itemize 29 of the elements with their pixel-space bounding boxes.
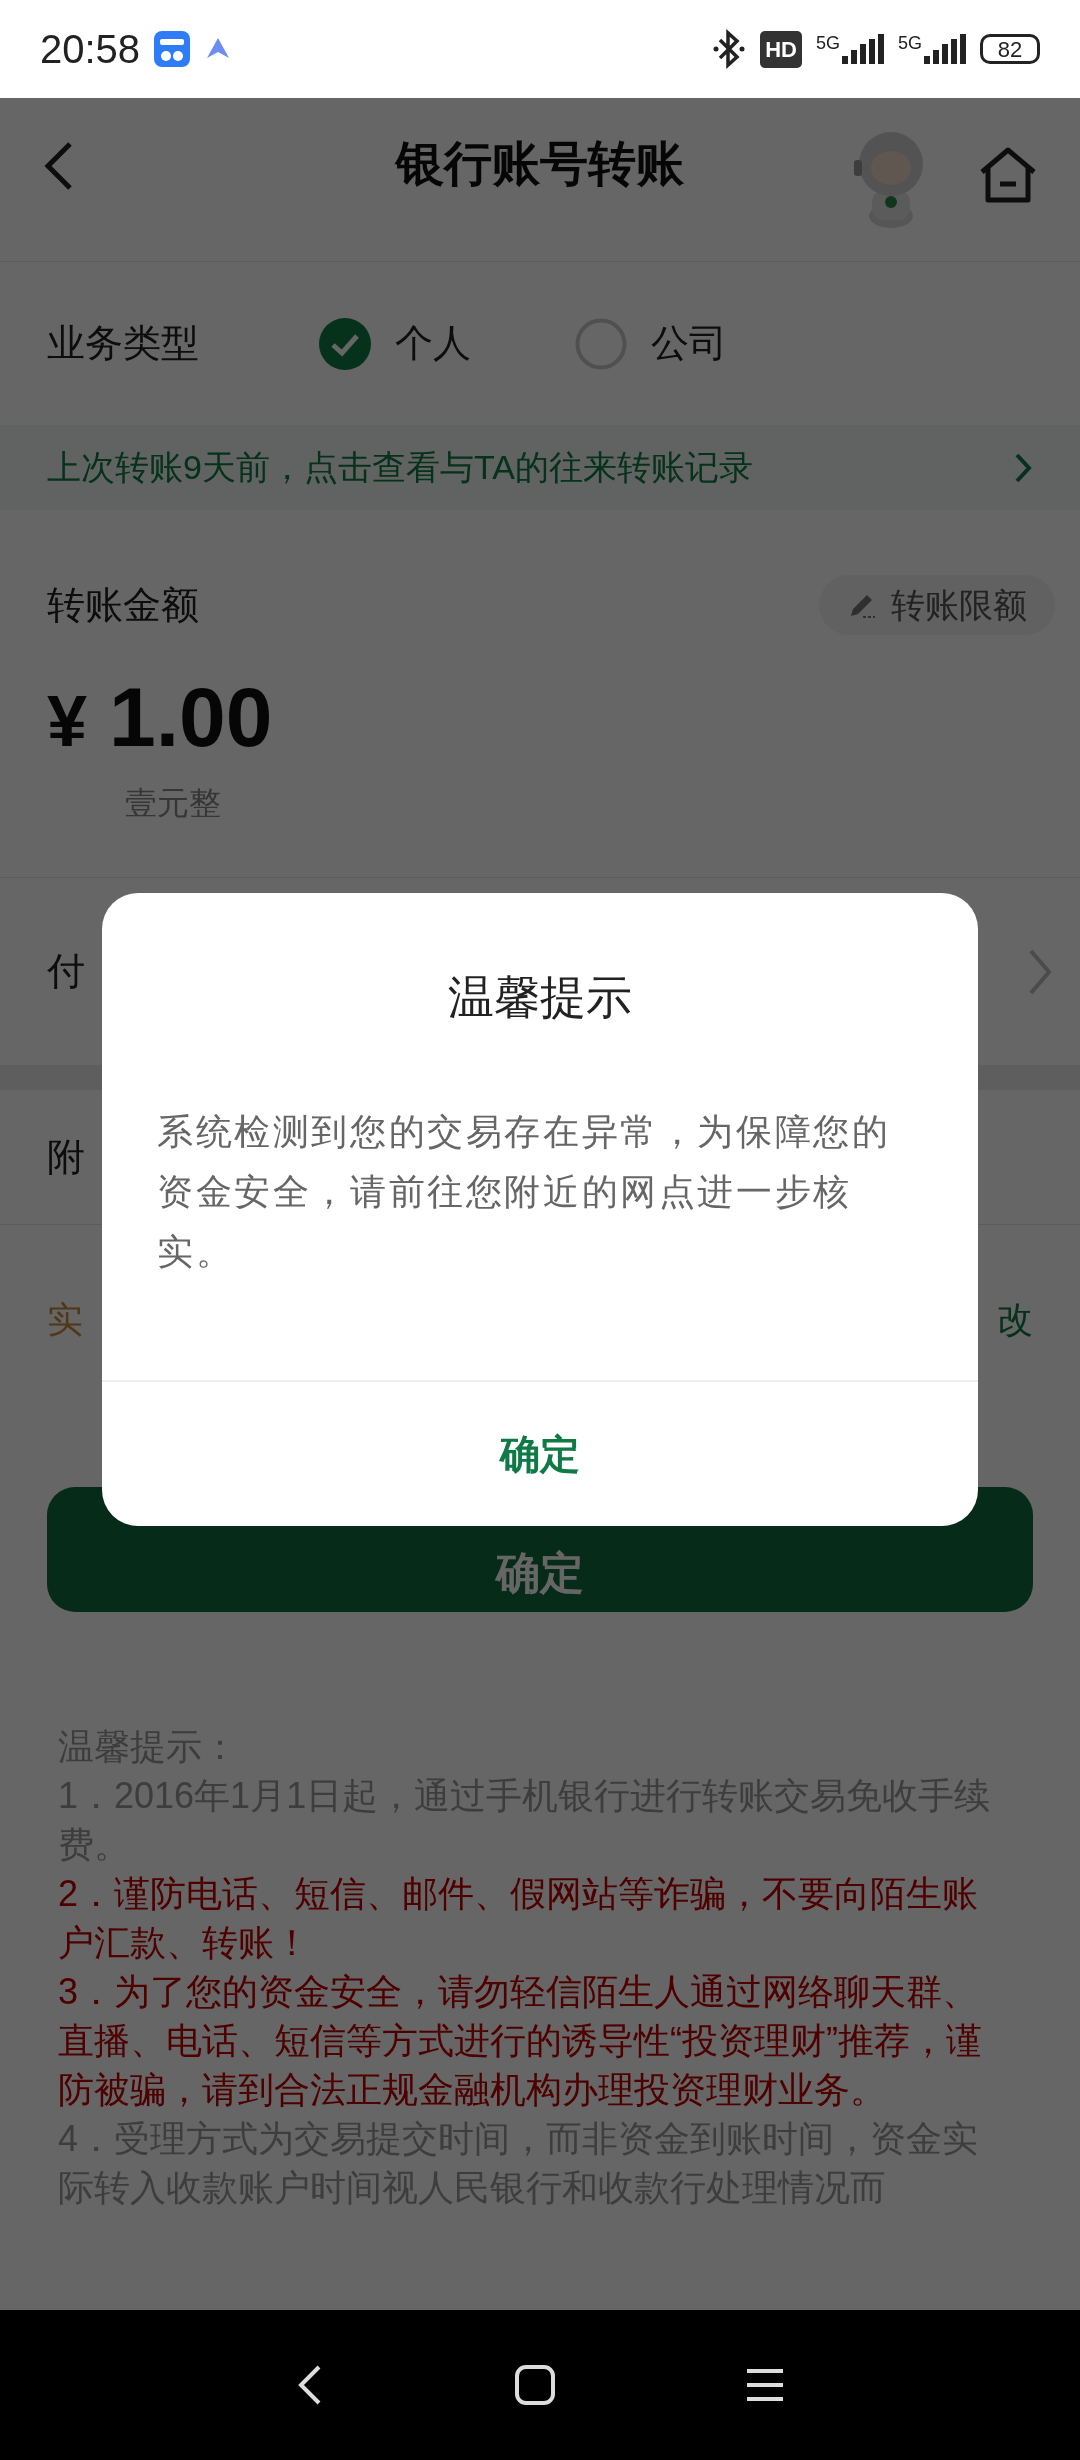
note-paragraph: 2．谨防电话、短信、邮件、假网站等诈骗，不要向陌生账户汇款、转账！	[58, 1872, 980, 1965]
dialog-message: 系统检测到您的交易存在异常，为保障您的资金安全，请前往您附近的网点进一步核实。	[102, 1032, 978, 1382]
network-label: 5G	[898, 34, 922, 52]
notice-text: 上次转账9天前，点击查看与TA的往来转账记录	[47, 447, 753, 488]
amount-value: 1.00	[109, 675, 273, 759]
page-title: 银行账号转账	[396, 136, 684, 192]
hd-badge: HD	[760, 30, 802, 68]
bluetooth-icon	[712, 29, 747, 69]
note-paragraph: 3．为了您的资金安全，请勿轻信陌生人通过网络聊天群、直播、电话、短信等方式进行的诱导性“投资理财”推荐，谨防被骗，请到合法正规金融机构办理投资理财业务。	[58, 1970, 983, 2112]
notice-banner[interactable]: 上次转账9天前，点击查看与TA的往来转账记录	[0, 425, 1080, 510]
menu-icon[interactable]	[745, 2367, 786, 2403]
arrival-label: 实	[47, 1298, 83, 1342]
dialog-title: 温馨提示	[447, 970, 633, 1025]
signal-icon	[924, 34, 966, 64]
field-label: 付	[47, 949, 85, 994]
radio-option[interactable]: 公司	[575, 315, 831, 372]
radio-option[interactable]: 个人	[319, 315, 575, 372]
battery-indicator: 82	[980, 34, 1040, 64]
signal-icon	[842, 34, 884, 64]
app-icon	[154, 31, 191, 67]
home-icon[interactable]	[514, 2364, 556, 2406]
field-label: 转账金额	[47, 582, 199, 628]
modify-link[interactable]: 改	[997, 1293, 1033, 1347]
field-label: 业务类型	[47, 321, 200, 366]
clock: 20:58	[40, 26, 141, 73]
limit-button[interactable]: 转账限额	[819, 575, 1055, 635]
currency-symbol: ¥	[47, 685, 88, 757]
field-label: 附	[47, 1134, 85, 1180]
network-label: 5G	[815, 34, 840, 52]
